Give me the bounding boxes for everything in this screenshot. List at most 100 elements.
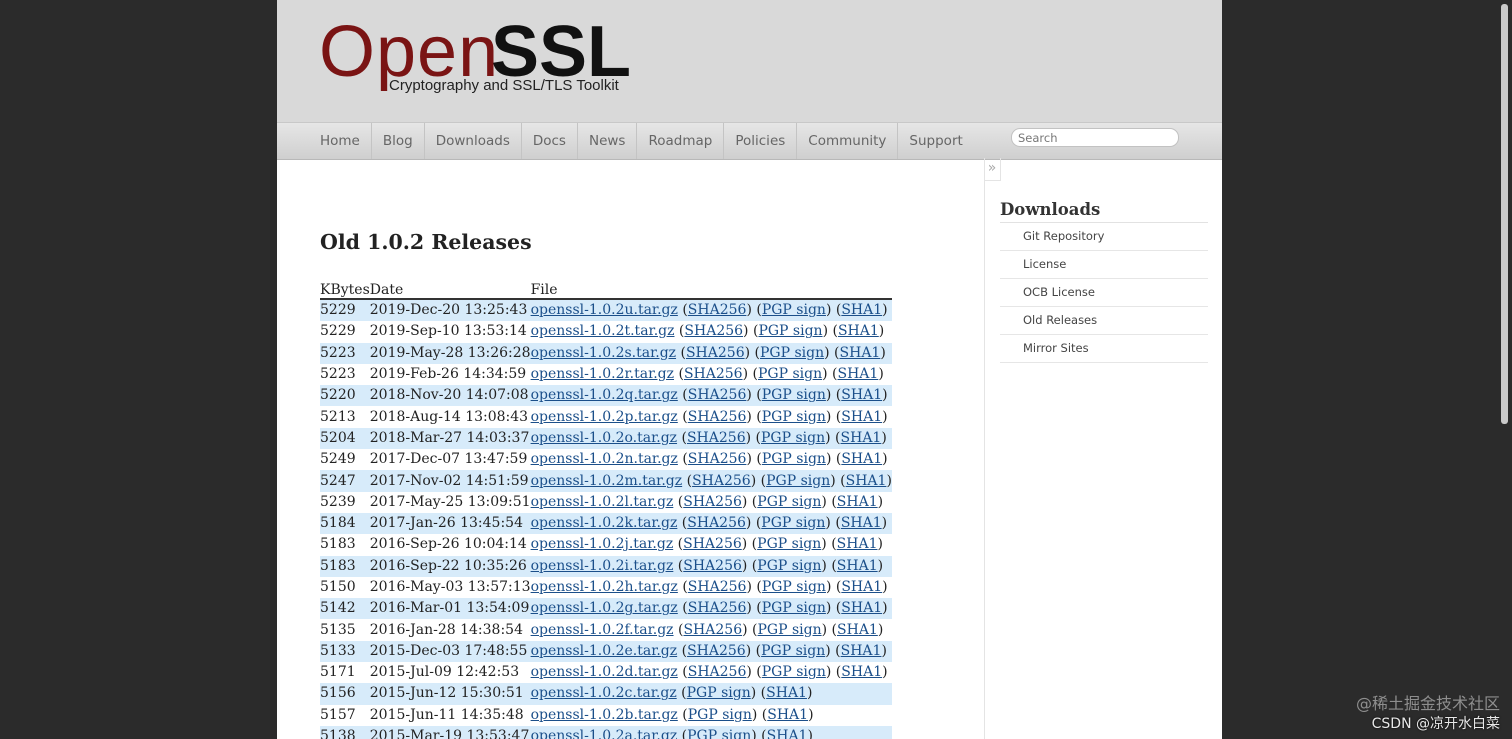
download-link[interactable]: openssl-1.0.2r.tar.gz: [531, 366, 674, 382]
sha256-link[interactable]: SHA256: [683, 622, 742, 638]
sha1-link[interactable]: SHA1: [837, 366, 878, 382]
sha256-link[interactable]: SHA256: [688, 600, 747, 616]
sidebar-link-git-repository[interactable]: Git Repository: [1000, 223, 1208, 251]
pgp-sign-link[interactable]: PGP sign: [760, 345, 824, 361]
sha256-link[interactable]: SHA256: [692, 473, 751, 489]
sha256-link[interactable]: SHA256: [688, 409, 747, 425]
download-link[interactable]: openssl-1.0.2j.tar.gz: [531, 536, 674, 552]
sha1-link[interactable]: SHA1: [841, 579, 882, 595]
sha256-link[interactable]: SHA256: [683, 558, 742, 574]
sidebar-link-old-releases[interactable]: Old Releases: [1000, 307, 1208, 335]
sha1-link[interactable]: SHA1: [767, 728, 808, 739]
pgp-sign-link[interactable]: PGP sign: [762, 409, 826, 425]
sha1-link[interactable]: SHA1: [840, 345, 881, 361]
pgp-sign-link[interactable]: PGP sign: [758, 366, 822, 382]
sha1-link[interactable]: SHA1: [841, 451, 882, 467]
sha1-link[interactable]: SHA1: [837, 494, 878, 510]
pgp-sign-link[interactable]: PGP sign: [762, 387, 826, 403]
download-link[interactable]: openssl-1.0.2h.tar.gz: [531, 579, 678, 595]
pgp-sign-link[interactable]: PGP sign: [687, 728, 751, 739]
pgp-sign-link[interactable]: PGP sign: [762, 600, 826, 616]
download-link[interactable]: openssl-1.0.2g.tar.gz: [531, 600, 678, 616]
sha1-link[interactable]: SHA1: [841, 302, 882, 318]
sidebar-link-mirror-sites[interactable]: Mirror Sites: [1000, 335, 1208, 363]
sha1-link[interactable]: SHA1: [841, 430, 882, 446]
download-link[interactable]: openssl-1.0.2q.tar.gz: [531, 387, 678, 403]
sha1-link[interactable]: SHA1: [766, 685, 807, 701]
sha256-link[interactable]: SHA256: [683, 536, 742, 552]
search-input[interactable]: [1011, 128, 1179, 147]
sha1-link[interactable]: SHA1: [846, 473, 887, 489]
pgp-sign-link[interactable]: PGP sign: [757, 494, 821, 510]
sha1-link[interactable]: SHA1: [837, 536, 878, 552]
download-link[interactable]: openssl-1.0.2c.tar.gz: [531, 685, 677, 701]
pgp-sign-link[interactable]: PGP sign: [761, 643, 825, 659]
download-link[interactable]: openssl-1.0.2f.tar.gz: [531, 622, 674, 638]
sha1-link[interactable]: SHA1: [767, 707, 808, 723]
nav-item-community[interactable]: Community: [797, 123, 899, 159]
download-link[interactable]: openssl-1.0.2u.tar.gz: [531, 302, 678, 318]
sidebar-link-license[interactable]: License: [1000, 251, 1208, 279]
page-scrollbar[interactable]: [1498, 0, 1512, 739]
nav-item-news[interactable]: News: [578, 123, 638, 159]
nav-item-blog[interactable]: Blog: [372, 123, 425, 159]
sha1-link[interactable]: SHA1: [841, 643, 882, 659]
sha256-link[interactable]: SHA256: [684, 366, 743, 382]
download-link[interactable]: openssl-1.0.2b.tar.gz: [531, 707, 678, 723]
sha256-link[interactable]: SHA256: [688, 302, 747, 318]
nav-item-docs[interactable]: Docs: [522, 123, 578, 159]
sha256-link[interactable]: SHA256: [687, 643, 746, 659]
pgp-sign-link[interactable]: PGP sign: [758, 323, 822, 339]
download-link[interactable]: openssl-1.0.2l.tar.gz: [531, 494, 674, 510]
pgp-sign-link[interactable]: PGP sign: [757, 536, 821, 552]
pgp-sign-link[interactable]: PGP sign: [688, 707, 752, 723]
download-link[interactable]: openssl-1.0.2s.tar.gz: [531, 345, 676, 361]
download-link[interactable]: openssl-1.0.2p.tar.gz: [531, 409, 678, 425]
download-link[interactable]: openssl-1.0.2k.tar.gz: [531, 515, 678, 531]
openssl-logo[interactable]: Open SSL Cryptography and SSL/TLS Toolki…: [319, 14, 639, 98]
pgp-sign-link[interactable]: PGP sign: [758, 622, 822, 638]
sha256-link[interactable]: SHA256: [687, 430, 746, 446]
sha1-link[interactable]: SHA1: [841, 515, 882, 531]
nav-item-support[interactable]: Support: [898, 123, 973, 159]
sidebar-link-ocb-license[interactable]: OCB License: [1000, 279, 1208, 307]
sha256-link[interactable]: SHA256: [688, 451, 747, 467]
download-link[interactable]: openssl-1.0.2m.tar.gz: [531, 473, 683, 489]
download-link[interactable]: openssl-1.0.2e.tar.gz: [531, 643, 678, 659]
nav-item-roadmap[interactable]: Roadmap: [637, 123, 725, 159]
pgp-sign-link[interactable]: PGP sign: [687, 685, 751, 701]
download-link[interactable]: openssl-1.0.2a.tar.gz: [531, 728, 678, 739]
pgp-sign-link[interactable]: PGP sign: [762, 302, 826, 318]
nav-item-home[interactable]: Home: [309, 123, 372, 159]
sha1-link[interactable]: SHA1: [841, 600, 882, 616]
nav-item-policies[interactable]: Policies: [724, 123, 798, 159]
pgp-sign-link[interactable]: PGP sign: [762, 451, 826, 467]
sha256-link[interactable]: SHA256: [684, 323, 743, 339]
sha256-link[interactable]: SHA256: [687, 515, 746, 531]
sha1-link[interactable]: SHA1: [837, 622, 878, 638]
sidebar-collapse-toggle[interactable]: »: [984, 158, 1001, 181]
download-link[interactable]: openssl-1.0.2o.tar.gz: [531, 430, 677, 446]
sha256-link[interactable]: SHA256: [688, 387, 747, 403]
sha1-link[interactable]: SHA1: [841, 387, 882, 403]
sha256-link[interactable]: SHA256: [688, 664, 747, 680]
nav-item-downloads[interactable]: Downloads: [425, 123, 522, 159]
pgp-sign-link[interactable]: PGP sign: [757, 558, 821, 574]
sha1-link[interactable]: SHA1: [841, 409, 882, 425]
sha256-link[interactable]: SHA256: [686, 345, 745, 361]
pgp-sign-link[interactable]: PGP sign: [761, 515, 825, 531]
sha1-link[interactable]: SHA1: [841, 664, 882, 680]
download-link[interactable]: openssl-1.0.2i.tar.gz: [531, 558, 674, 574]
download-link[interactable]: openssl-1.0.2n.tar.gz: [531, 451, 678, 467]
sha1-link[interactable]: SHA1: [838, 323, 879, 339]
sha256-link[interactable]: SHA256: [683, 494, 742, 510]
pgp-sign-link[interactable]: PGP sign: [762, 664, 826, 680]
pgp-sign-link[interactable]: PGP sign: [766, 473, 830, 489]
scrollbar-thumb[interactable]: [1501, 4, 1508, 424]
download-link[interactable]: openssl-1.0.2d.tar.gz: [531, 664, 678, 680]
pgp-sign-link[interactable]: PGP sign: [762, 579, 826, 595]
sha256-link[interactable]: SHA256: [688, 579, 747, 595]
pgp-sign-link[interactable]: PGP sign: [761, 430, 825, 446]
download-link[interactable]: openssl-1.0.2t.tar.gz: [531, 323, 675, 339]
sha1-link[interactable]: SHA1: [837, 558, 878, 574]
